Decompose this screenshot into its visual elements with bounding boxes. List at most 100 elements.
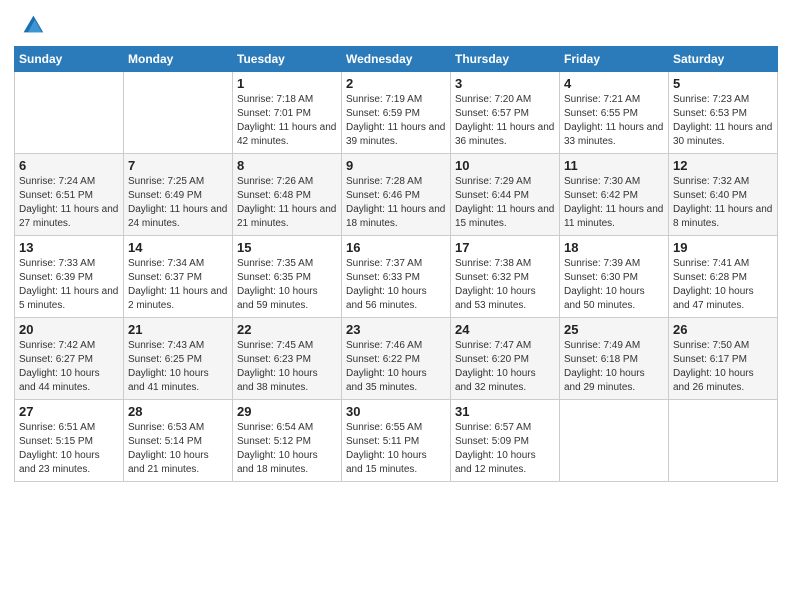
day-info: Sunrise: 7:43 AM Sunset: 6:25 PM Dayligh… (128, 339, 228, 395)
calendar-cell: 31 Sunrise: 6:57 AM Sunset: 5:09 PM Dayli… (451, 400, 560, 482)
day-number: 23 (346, 322, 446, 337)
calendar-week-row: 27Sunrise: 6:51 AM Sunset: 5:15 PM Dayli… (15, 400, 778, 482)
day-number: 7 (128, 158, 228, 173)
calendar-cell: 19 Sunrise: 7:41 AM Sunset: 6:28 PM Dayli… (669, 236, 778, 318)
day-info: Sunrise: 7:34 AM Sunset: 6:37 PM Dayligh… (128, 257, 228, 313)
day-info: Sunrise: 7:45 AM Sunset: 6:23 PM Dayligh… (237, 339, 337, 395)
day-number: 12 (673, 158, 773, 173)
day-info: Sunrise: 7:50 AM Sunset: 6:17 PM Dayligh… (673, 339, 773, 395)
day-info: Sunrise: 6:53 AM Sunset: 5:14 PM Dayligh… (128, 421, 228, 477)
weekday-header: Saturday (669, 47, 778, 72)
day-info: Sunrise: 7:37 AM Sunset: 6:33 PM Dayligh… (346, 257, 446, 313)
weekday-header: Sunday (15, 47, 124, 72)
weekday-header: Thursday (451, 47, 560, 72)
calendar-cell: 18 Sunrise: 7:39 AM Sunset: 6:30 PM Dayli… (560, 236, 669, 318)
calendar-cell (669, 400, 778, 482)
calendar-cell (124, 72, 233, 154)
day-info: Sunrise: 7:32 AM Sunset: 6:40 PM Dayligh… (673, 175, 773, 231)
calendar-cell: 17 Sunrise: 7:38 AM Sunset: 6:32 PM Dayli… (451, 236, 560, 318)
day-number: 16 (346, 240, 446, 255)
day-info: Sunrise: 7:20 AM Sunset: 6:57 PM Dayligh… (455, 93, 555, 149)
calendar-cell: 22 Sunrise: 7:45 AM Sunset: 6:23 PM Dayli… (233, 318, 342, 400)
day-info: Sunrise: 7:26 AM Sunset: 6:48 PM Dayligh… (237, 175, 337, 231)
calendar: SundayMondayTuesdayWednesdayThursdayFrid… (14, 46, 778, 482)
calendar-week-row: 6 Sunrise: 7:24 AM Sunset: 6:51 PM Daylig… (15, 154, 778, 236)
day-number: 6 (19, 158, 119, 173)
calendar-cell: 1Sunrise: 7:18 AM Sunset: 7:01 PM Daylig… (233, 72, 342, 154)
day-info: Sunrise: 7:18 AM Sunset: 7:01 PM Dayligh… (237, 93, 337, 149)
day-number: 29 (237, 404, 337, 419)
day-number: 9 (346, 158, 446, 173)
day-info: Sunrise: 7:39 AM Sunset: 6:30 PM Dayligh… (564, 257, 664, 313)
day-info: Sunrise: 7:47 AM Sunset: 6:20 PM Dayligh… (455, 339, 555, 395)
day-number: 3 (455, 76, 555, 91)
day-number: 18 (564, 240, 664, 255)
day-info: Sunrise: 7:42 AM Sunset: 6:27 PM Dayligh… (19, 339, 119, 395)
weekday-header: Wednesday (342, 47, 451, 72)
day-number: 31 (455, 404, 555, 419)
calendar-cell: 28 Sunrise: 6:53 AM Sunset: 5:14 PM Dayli… (124, 400, 233, 482)
day-number: 2 (346, 76, 446, 91)
calendar-cell: 16 Sunrise: 7:37 AM Sunset: 6:33 PM Dayli… (342, 236, 451, 318)
calendar-cell: 27Sunrise: 6:51 AM Sunset: 5:15 PM Dayli… (15, 400, 124, 482)
weekday-header: Tuesday (233, 47, 342, 72)
calendar-cell: 4Sunrise: 7:21 AM Sunset: 6:55 PM Daylig… (560, 72, 669, 154)
day-number: 10 (455, 158, 555, 173)
calendar-cell: 9 Sunrise: 7:28 AM Sunset: 6:46 PM Daylig… (342, 154, 451, 236)
day-number: 17 (455, 240, 555, 255)
day-number: 11 (564, 158, 664, 173)
weekday-header: Monday (124, 47, 233, 72)
calendar-header-row: SundayMondayTuesdayWednesdayThursdayFrid… (15, 47, 778, 72)
page: SundayMondayTuesdayWednesdayThursdayFrid… (0, 0, 792, 492)
day-number: 20 (19, 322, 119, 337)
day-number: 5 (673, 76, 773, 91)
calendar-cell: 29 Sunrise: 6:54 AM Sunset: 5:12 PM Dayli… (233, 400, 342, 482)
calendar-cell: 15 Sunrise: 7:35 AM Sunset: 6:35 PM Dayli… (233, 236, 342, 318)
calendar-cell: 10Sunrise: 7:29 AM Sunset: 6:44 PM Dayli… (451, 154, 560, 236)
day-info: Sunrise: 7:19 AM Sunset: 6:59 PM Dayligh… (346, 93, 446, 149)
header (14, 10, 778, 38)
calendar-cell: 13 Sunrise: 7:33 AM Sunset: 6:39 PM Dayli… (15, 236, 124, 318)
calendar-cell: 23 Sunrise: 7:46 AM Sunset: 6:22 PM Dayli… (342, 318, 451, 400)
calendar-cell: 3 Sunrise: 7:20 AM Sunset: 6:57 PM Daylig… (451, 72, 560, 154)
calendar-cell: 25 Sunrise: 7:49 AM Sunset: 6:18 PM Dayli… (560, 318, 669, 400)
day-info: Sunrise: 7:25 AM Sunset: 6:49 PM Dayligh… (128, 175, 228, 231)
day-number: 30 (346, 404, 446, 419)
day-info: Sunrise: 7:46 AM Sunset: 6:22 PM Dayligh… (346, 339, 446, 395)
day-info: Sunrise: 7:33 AM Sunset: 6:39 PM Dayligh… (19, 257, 119, 313)
day-number: 14 (128, 240, 228, 255)
calendar-cell: 11Sunrise: 7:30 AM Sunset: 6:42 PM Dayli… (560, 154, 669, 236)
day-info: Sunrise: 7:35 AM Sunset: 6:35 PM Dayligh… (237, 257, 337, 313)
day-info: Sunrise: 7:41 AM Sunset: 6:28 PM Dayligh… (673, 257, 773, 313)
day-info: Sunrise: 6:54 AM Sunset: 5:12 PM Dayligh… (237, 421, 337, 477)
day-number: 27 (19, 404, 119, 419)
calendar-week-row: 13 Sunrise: 7:33 AM Sunset: 6:39 PM Dayli… (15, 236, 778, 318)
calendar-week-row: 1Sunrise: 7:18 AM Sunset: 7:01 PM Daylig… (15, 72, 778, 154)
day-number: 21 (128, 322, 228, 337)
day-info: Sunrise: 7:28 AM Sunset: 6:46 PM Dayligh… (346, 175, 446, 231)
calendar-cell: 7 Sunrise: 7:25 AM Sunset: 6:49 PM Daylig… (124, 154, 233, 236)
calendar-cell: 14 Sunrise: 7:34 AM Sunset: 6:37 PM Dayli… (124, 236, 233, 318)
day-number: 22 (237, 322, 337, 337)
weekday-header: Friday (560, 47, 669, 72)
calendar-cell: 5Sunrise: 7:23 AM Sunset: 6:53 PM Daylig… (669, 72, 778, 154)
calendar-week-row: 20 Sunrise: 7:42 AM Sunset: 6:27 PM Dayli… (15, 318, 778, 400)
calendar-cell (560, 400, 669, 482)
day-number: 24 (455, 322, 555, 337)
day-number: 19 (673, 240, 773, 255)
calendar-cell: 24 Sunrise: 7:47 AM Sunset: 6:20 PM Dayli… (451, 318, 560, 400)
day-info: Sunrise: 7:24 AM Sunset: 6:51 PM Dayligh… (19, 175, 119, 231)
calendar-cell: 20 Sunrise: 7:42 AM Sunset: 6:27 PM Dayli… (15, 318, 124, 400)
day-info: Sunrise: 7:38 AM Sunset: 6:32 PM Dayligh… (455, 257, 555, 313)
day-number: 25 (564, 322, 664, 337)
calendar-cell: 6 Sunrise: 7:24 AM Sunset: 6:51 PM Daylig… (15, 154, 124, 236)
day-info: Sunrise: 6:57 AM Sunset: 5:09 PM Dayligh… (455, 421, 555, 477)
day-number: 28 (128, 404, 228, 419)
day-info: Sunrise: 7:49 AM Sunset: 6:18 PM Dayligh… (564, 339, 664, 395)
day-number: 26 (673, 322, 773, 337)
day-number: 8 (237, 158, 337, 173)
calendar-cell: 26 Sunrise: 7:50 AM Sunset: 6:17 PM Dayli… (669, 318, 778, 400)
day-number: 15 (237, 240, 337, 255)
day-number: 13 (19, 240, 119, 255)
calendar-cell: 30Sunrise: 6:55 AM Sunset: 5:11 PM Dayli… (342, 400, 451, 482)
